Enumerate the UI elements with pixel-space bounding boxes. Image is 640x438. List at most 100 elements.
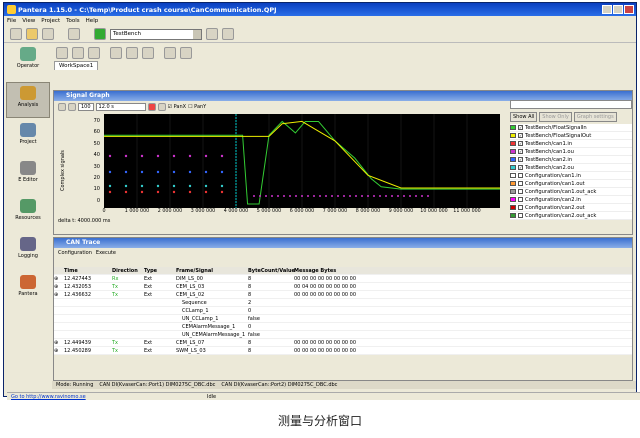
signal-checkbox[interactable]: ✓ xyxy=(518,157,523,162)
expand-icon[interactable]: ⊕ xyxy=(54,283,64,290)
expand-icon[interactable] xyxy=(54,315,64,322)
window-icon[interactable] xyxy=(222,28,234,40)
minimize-button[interactable] xyxy=(602,5,612,14)
sidebar-item-pantera[interactable]: Pantera xyxy=(6,272,50,308)
layout-icon[interactable] xyxy=(180,46,192,59)
sidebar-item-project[interactable]: Project xyxy=(6,120,50,156)
signal-list-item[interactable]: ✓ TestBench/FloatSignalOut xyxy=(510,132,632,140)
expand-icon[interactable] xyxy=(54,331,64,338)
graph-icon[interactable] xyxy=(56,46,68,59)
signal-checkbox[interactable] xyxy=(518,197,523,202)
table-row[interactable]: UN_CEMAlarmMessage_1 false xyxy=(54,331,632,339)
pany-check[interactable]: ☐ PanY xyxy=(188,104,206,110)
signal-checkbox[interactable]: ✓ xyxy=(518,141,523,146)
monitor-icon[interactable] xyxy=(68,28,80,40)
signal-checkbox[interactable]: ✓ xyxy=(518,165,523,170)
col-value[interactable]: ByteCount/Value xyxy=(248,267,295,274)
close-button[interactable] xyxy=(624,5,634,14)
table-row[interactable]: ⊕ 12.427443 Rx Ext DIM_LS_00 8 00 00 00 00 00 … xyxy=(54,275,632,283)
signal-checkbox[interactable]: ✓ xyxy=(518,133,523,138)
panx-check[interactable]: ☑ PanX xyxy=(168,104,187,110)
col-type[interactable]: Type xyxy=(144,267,176,274)
menu-help[interactable]: Help xyxy=(86,18,99,24)
expand-icon[interactable]: ⊕ xyxy=(54,291,64,298)
show-all-button[interactable]: Show All xyxy=(510,112,538,122)
graph-settings-button[interactable]: Graph settings xyxy=(573,112,617,122)
sidebar-item-resources[interactable]: Resources xyxy=(6,196,50,232)
signal-checkbox[interactable] xyxy=(518,213,523,218)
expand-icon[interactable]: ⊕ xyxy=(54,339,64,346)
trace-cell-bytes xyxy=(294,323,632,330)
col-frame[interactable]: Frame/Signal xyxy=(176,267,248,274)
signal-list-item[interactable]: ✓ TestBench/can1.in xyxy=(510,140,632,148)
table-row[interactable]: ⊕ 12.449439 Tx Ext CEM_LS_07 8 00 00 00 00 00 … xyxy=(54,339,632,347)
expand-icon[interactable]: ⊕ xyxy=(54,275,64,282)
col-time[interactable]: Time xyxy=(64,267,112,274)
zoom-out-icon[interactable] xyxy=(68,103,76,111)
signal-checkbox[interactable] xyxy=(518,189,523,194)
signal-list-item[interactable]: Configuration/can1.out_ack xyxy=(510,188,632,196)
sidebar-item-e-editor[interactable]: E Editor xyxy=(6,158,50,194)
tab-workspace1[interactable]: WorkSpace1 xyxy=(54,61,99,70)
expand-icon[interactable] xyxy=(54,323,64,330)
stop-icon[interactable] xyxy=(206,28,218,40)
signal-checkbox[interactable] xyxy=(518,181,523,186)
signal-list-item[interactable]: ✓ TestBench/can2.in xyxy=(510,156,632,164)
menu-view[interactable]: View xyxy=(22,18,35,24)
open-icon[interactable] xyxy=(26,28,38,40)
settings-icon[interactable] xyxy=(126,46,138,59)
zoom-field[interactable]: 100 xyxy=(78,103,94,111)
menu-tools[interactable]: Tools xyxy=(66,18,80,24)
signal-list-item[interactable]: Configuration/can2.in xyxy=(510,196,632,204)
signal-checkbox[interactable] xyxy=(518,173,523,178)
table-row[interactable]: ⊕ 12.450289 Tx Ext SWM_LS_03 8 00 00 00 00 00 … xyxy=(54,347,632,355)
signal-list-item[interactable]: Configuration/can2.out xyxy=(510,204,632,212)
trace-icon[interactable] xyxy=(72,46,84,59)
signal-list-item[interactable]: ✓ TestBench/can1.ou xyxy=(510,148,632,156)
expand-icon[interactable] xyxy=(54,299,64,306)
menu-project[interactable]: Project xyxy=(41,18,60,24)
table-row[interactable]: Sequence 2 xyxy=(54,299,632,307)
table-row[interactable]: CCLamp_1 0 xyxy=(54,307,632,315)
signal-name: Configuration/can2.out xyxy=(525,204,585,211)
show-only-button[interactable]: Show Only xyxy=(539,112,572,122)
sidebar-item-analysis[interactable]: Analysis xyxy=(6,82,50,118)
table-row[interactable]: ⊕ 12.432053 Tx Ext CEM_LS_03 8 00 04 00 00 00 … xyxy=(54,283,632,291)
timebase-select[interactable]: 12.0 s xyxy=(95,103,146,111)
website-link[interactable]: Go to http://www.ravinomo.se xyxy=(7,394,86,400)
signal-checkbox[interactable] xyxy=(518,205,523,210)
save-icon[interactable] xyxy=(42,28,54,40)
marker-icon[interactable] xyxy=(147,103,156,111)
signal-list-item[interactable]: ✓ TestBench/FloatSignalIn xyxy=(510,124,632,132)
expand-icon[interactable]: ⊕ xyxy=(54,347,64,354)
maximize-button[interactable] xyxy=(613,5,623,14)
cursor-icon[interactable] xyxy=(157,103,166,111)
signal-checkbox[interactable]: ✓ xyxy=(518,125,523,130)
table-icon[interactable] xyxy=(88,46,100,59)
edit-icon[interactable] xyxy=(164,46,176,59)
signal-filter-input[interactable] xyxy=(510,100,632,109)
expand-icon[interactable] xyxy=(54,307,64,314)
zoom-in-icon[interactable] xyxy=(58,103,66,111)
signal-list-item[interactable]: ✓ TestBench/can2.ou xyxy=(510,164,632,172)
bench-select[interactable]: TestBench xyxy=(110,28,202,40)
tab-configuration[interactable]: Configuration xyxy=(58,250,92,256)
signal-checkbox[interactable]: ✓ xyxy=(518,149,523,154)
table-row[interactable]: UN_CCLamp_1 false xyxy=(54,315,632,323)
sidebar-item-logging[interactable]: Logging xyxy=(6,234,50,270)
list-icon[interactable] xyxy=(142,46,154,59)
run-icon[interactable] xyxy=(94,28,106,40)
col-direction[interactable]: Direction xyxy=(112,267,144,274)
sidebar-item-operator[interactable]: Operator xyxy=(6,44,50,80)
tab-execute[interactable]: Execute xyxy=(96,250,116,256)
table-row[interactable]: CEMAlarmMessage_1 0 xyxy=(54,323,632,331)
table-row[interactable]: ⊕ 12.436632 Tx Ext CEM_LS_02 8 00 00 00 00 00 … xyxy=(54,291,632,299)
signal-plot[interactable] xyxy=(104,114,500,208)
signal-list-item[interactable]: Configuration/can1.out xyxy=(510,180,632,188)
col-bytes[interactable]: Message Bytes xyxy=(294,267,632,274)
signal-list-item[interactable]: Configuration/can1.in xyxy=(510,172,632,180)
menu-file[interactable]: File xyxy=(7,18,16,24)
config-icon[interactable] xyxy=(110,46,122,59)
new-icon[interactable] xyxy=(10,28,22,40)
signal-list-item[interactable]: Configuration/can2.out_ack xyxy=(510,212,632,220)
